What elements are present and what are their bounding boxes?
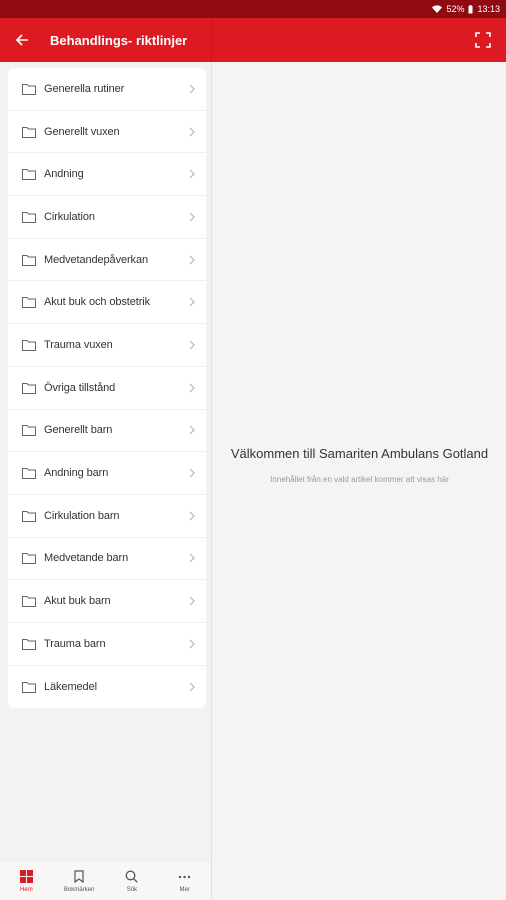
chevron-right-icon	[188, 212, 196, 222]
welcome-title: Välkommen till Samariten Ambulans Gotlan…	[230, 446, 489, 461]
clock: 13:13	[477, 4, 500, 14]
list-item[interactable]: Generella rutiner	[8, 68, 206, 111]
folder-icon	[22, 296, 36, 309]
page-title: Behandlings- riktlinjer	[50, 32, 188, 48]
list-item-label: Andning barn	[44, 467, 109, 480]
content-pane-footer	[213, 862, 506, 900]
nav-item-label: Hem	[20, 886, 33, 893]
chevron-right-icon	[188, 425, 196, 435]
list-item-label: Andning	[44, 168, 84, 181]
list-item-label: Övriga tillstånd	[44, 381, 116, 394]
chevron-right-icon	[188, 84, 196, 94]
wifi-icon	[432, 5, 443, 13]
welcome-subtitle: Innehållet från en vald artikel kommer a…	[270, 475, 449, 484]
list-item[interactable]: Trauma barn	[8, 623, 206, 666]
list-item-label: Trauma vuxen	[44, 338, 113, 351]
folder-icon	[22, 552, 36, 565]
fullscreen-icon	[475, 32, 491, 48]
list-item[interactable]: Akut buk barn	[8, 580, 206, 623]
folder-icon	[22, 254, 36, 266]
list-item[interactable]: Andning	[8, 153, 206, 197]
list-item-label: Läkemedel	[44, 680, 97, 693]
chevron-right-icon	[188, 340, 196, 350]
list-item-label: Akut buk och obstetrik	[44, 296, 151, 309]
chevron-right-icon	[188, 169, 196, 179]
bottom-navigation: Hem Bokmärken Sök Mer	[0, 862, 212, 900]
arrow-left-icon	[15, 33, 29, 47]
content-pane: Välkommen till Samariten Ambulans Gotlan…	[213, 62, 506, 862]
folder-icon	[22, 424, 36, 437]
list-item[interactable]: Cirkulation barn	[8, 495, 206, 538]
chevron-right-icon	[188, 468, 196, 478]
list-item-label: Generellt vuxen	[44, 125, 120, 138]
app-bar-left: Behandlings- riktlinjer	[0, 18, 212, 62]
navigation-pane: Generella rutiner Generellt vuxen Andning C…	[0, 62, 212, 862]
folder-icon	[22, 339, 36, 351]
nav-item-hem[interactable]: Hem	[0, 862, 53, 900]
folder-icon	[22, 681, 36, 693]
folder-icon	[22, 211, 36, 223]
chevron-right-icon	[188, 297, 196, 307]
nav-item-bokm-rken[interactable]: Bokmärken	[53, 862, 106, 900]
nav-item-label: Sök	[126, 886, 138, 893]
nav-item-mer[interactable]: Mer	[158, 862, 211, 900]
folder-icon	[22, 382, 36, 394]
chevron-right-icon	[188, 553, 196, 563]
app-bar: Behandlings- riktlinjer	[0, 18, 506, 62]
list-item-label: Medvetande barn	[44, 552, 129, 565]
list-item-label: Generella rutiner	[44, 82, 125, 95]
list-item[interactable]: Akut buk och obstetrik	[8, 281, 206, 325]
list-item-label: Medvetandepåverkan	[44, 253, 148, 266]
list-item[interactable]: Andning barn	[8, 452, 206, 495]
chevron-right-icon	[188, 383, 196, 393]
chevron-right-icon	[188, 596, 196, 606]
more-icon	[178, 870, 192, 884]
folder-icon	[22, 638, 36, 650]
folder-icon	[22, 168, 36, 181]
list-item[interactable]: Generellt barn	[8, 410, 206, 453]
list-item[interactable]: Medvetande barn	[8, 538, 206, 581]
list-item-label: Akut buk barn	[44, 595, 111, 608]
chevron-right-icon	[188, 255, 196, 265]
nav-item-label: Bokmärken	[63, 886, 95, 893]
fullscreen-button[interactable]	[472, 29, 494, 51]
chevron-right-icon	[188, 127, 196, 137]
list-item[interactable]: Medvetandepåverkan	[8, 239, 206, 282]
list-item-label: Cirkulation	[44, 210, 95, 223]
status-bar: 52% 13:13	[0, 0, 506, 18]
folder-icon	[22, 595, 36, 608]
list-item-label: Generellt barn	[44, 424, 113, 437]
list-item[interactable]: Trauma vuxen	[8, 324, 206, 367]
folder-icon	[22, 510, 36, 522]
battery-icon	[468, 4, 473, 14]
folder-icon	[22, 467, 36, 480]
list-item-label: Trauma barn	[44, 637, 106, 650]
category-list: Generella rutiner Generellt vuxen Andning C…	[8, 68, 206, 709]
bookmark-icon	[72, 870, 86, 884]
grid-icon	[19, 870, 33, 884]
chevron-right-icon	[188, 682, 196, 692]
folder-icon	[22, 126, 36, 138]
nav-item-s-k[interactable]: Sök	[106, 862, 159, 900]
battery-percent: 52%	[446, 4, 465, 14]
chevron-right-icon	[188, 639, 196, 649]
list-item[interactable]: Läkemedel	[8, 666, 206, 709]
list-item[interactable]: Generellt vuxen	[8, 111, 206, 154]
list-item[interactable]: Övriga tillstånd	[8, 367, 206, 410]
back-button[interactable]	[0, 18, 44, 62]
nav-item-label: Mer	[179, 886, 190, 893]
list-item[interactable]: Cirkulation	[8, 196, 206, 239]
search-icon	[125, 870, 139, 884]
chevron-right-icon	[188, 511, 196, 521]
folder-icon	[22, 83, 36, 95]
list-item-label: Cirkulation barn	[44, 509, 120, 522]
